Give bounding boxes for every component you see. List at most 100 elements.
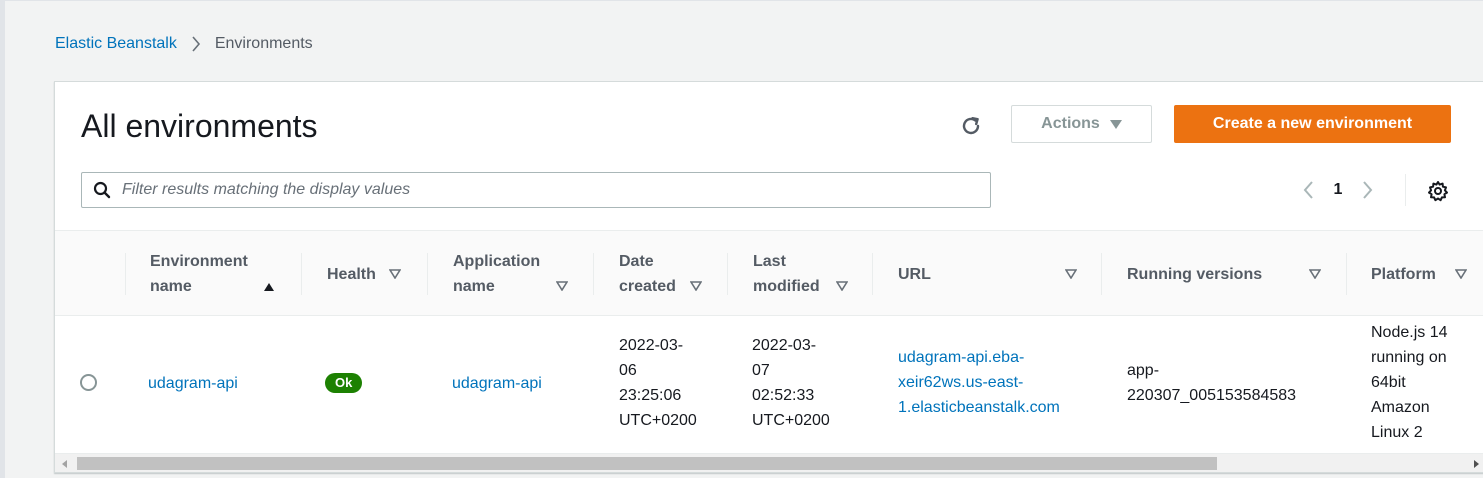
- column-header-label: Date: [619, 253, 654, 270]
- column-header-label: Running versions: [1127, 265, 1263, 283]
- breadcrumb-environments: Environments: [214, 35, 313, 52]
- last-modified-line: 2022-03-: [752, 337, 817, 354]
- sort-icon: [556, 281, 568, 291]
- chevron-right-icon: [191, 36, 201, 52]
- pagination: 1: [1295, 176, 1381, 204]
- environment-name-link[interactable]: udagram-api: [148, 371, 238, 396]
- cell-health: Ok: [325, 316, 363, 450]
- next-page-button[interactable]: [1355, 176, 1381, 204]
- actions-button-label: Actions: [1041, 115, 1100, 132]
- url-line: 1.elasticbeanstalk.com: [898, 399, 1060, 416]
- scroll-right-icon: [1473, 459, 1479, 468]
- column-divider: [1346, 253, 1347, 295]
- date-created-line: UTC+0200: [619, 412, 697, 429]
- date-created-line: 23:25:06: [619, 387, 682, 404]
- breadcrumb-elastic-beanstalk[interactable]: Elastic Beanstalk: [55, 35, 177, 53]
- platform-line: Linux 2: [1371, 424, 1423, 441]
- scrollbar-thumb[interactable]: [77, 457, 1217, 470]
- environments-panel: All environments Actions Create a new en…: [54, 81, 1483, 473]
- application-name-link[interactable]: udagram-api: [452, 371, 542, 396]
- table-row: udagram-api Ok udagram-api 2022-03- 06 2…: [55, 316, 1483, 450]
- actions-button[interactable]: Actions: [1011, 105, 1152, 143]
- environment-url-link[interactable]: udagram-api.eba- xeir62ws.us-east- 1.ela…: [898, 345, 1060, 420]
- scroll-left-button[interactable]: [55, 454, 73, 472]
- cell-url: udagram-api.eba- xeir62ws.us-east- 1.ela…: [898, 345, 1060, 420]
- row-select-radio[interactable]: [80, 374, 97, 391]
- sort-icon: [389, 269, 401, 279]
- platform-line: 64bit: [1371, 374, 1406, 391]
- cell-environment-name: udagram-api: [148, 316, 238, 450]
- sort-icon: [1455, 269, 1467, 279]
- pagination-divider: [1405, 174, 1406, 206]
- column-header-label: Last: [753, 253, 786, 270]
- column-header-running-versions[interactable]: Running versions: [1127, 231, 1327, 317]
- url-line: xeir62ws.us-east-: [898, 374, 1024, 391]
- column-divider: [727, 253, 728, 295]
- column-header-label: created: [619, 278, 676, 295]
- column-divider: [872, 253, 873, 295]
- date-created-line: 06: [619, 362, 637, 379]
- cell-last-modified: 2022-03- 07 02:52:33 UTC+0200: [752, 333, 830, 433]
- refresh-button[interactable]: [957, 112, 985, 140]
- column-header-date-created[interactable]: Date created: [619, 231, 729, 317]
- column-header-label: name: [453, 278, 495, 295]
- breadcrumb: Elastic Beanstalk Environments: [55, 35, 313, 53]
- column-header-environment-name[interactable]: Environment name: [150, 231, 300, 317]
- sort-icon: [1309, 269, 1321, 279]
- column-header-platform[interactable]: Platform: [1371, 231, 1481, 317]
- caret-down-icon: [1109, 119, 1122, 129]
- url-line: udagram-api.eba-: [898, 349, 1025, 366]
- preferences-button[interactable]: [1425, 178, 1451, 204]
- column-header-label: URL: [898, 265, 931, 283]
- column-header-application-name[interactable]: Application name: [453, 231, 583, 317]
- column-header-label: Application: [453, 253, 541, 270]
- column-header-label: Environment: [150, 253, 248, 270]
- cell-application-name: udagram-api: [452, 316, 542, 450]
- create-environment-button[interactable]: Create a new environment: [1174, 105, 1451, 143]
- cell-date-created: 2022-03- 06 23:25:06 UTC+0200: [619, 333, 697, 433]
- column-header-label: name: [150, 278, 192, 295]
- column-header-url[interactable]: URL: [898, 231, 1088, 317]
- table-header: Environment name Health Application name: [55, 230, 1483, 316]
- cell-platform: Node.js 14 running on 64bit Amazon Linux…: [1371, 320, 1448, 445]
- column-header-health[interactable]: Health: [327, 231, 437, 317]
- sort-icon: [836, 281, 848, 291]
- platform-line: running on: [1371, 349, 1447, 366]
- column-header-last-modified[interactable]: Last modified: [753, 231, 863, 317]
- running-version-line: app-: [1127, 362, 1160, 379]
- page: Elastic Beanstalk Environments All envir…: [0, 0, 1483, 478]
- chevron-right-icon: [1363, 181, 1373, 199]
- cell-running-versions: app- 220307_005153584583: [1127, 358, 1296, 408]
- sort-ascending-icon: [264, 283, 274, 291]
- platform-line: Node.js 14: [1371, 324, 1448, 341]
- sort-icon: [1065, 269, 1077, 279]
- gear-icon: [1428, 181, 1448, 202]
- column-divider: [1101, 253, 1102, 295]
- column-divider: [427, 253, 428, 295]
- column-header-label: Platform: [1371, 265, 1436, 283]
- column-header-label: Health: [327, 265, 376, 283]
- previous-page-button[interactable]: [1295, 176, 1321, 204]
- filter-box: [81, 172, 991, 208]
- search-icon: [82, 181, 122, 199]
- scroll-right-button[interactable]: [1467, 454, 1483, 472]
- sort-icon: [690, 281, 702, 291]
- current-page-number[interactable]: 1: [1321, 181, 1355, 199]
- running-version-line: 220307_005153584583: [1127, 387, 1297, 404]
- scroll-left-icon: [61, 459, 67, 468]
- last-modified-line: 07: [752, 362, 770, 379]
- last-modified-line: UTC+0200: [752, 412, 830, 429]
- health-status-badge: Ok: [325, 373, 363, 393]
- horizontal-scrollbar[interactable]: [55, 453, 1483, 472]
- refresh-icon: [962, 117, 980, 135]
- chevron-left-icon: [1303, 181, 1313, 199]
- filter-input[interactable]: [122, 181, 990, 199]
- page-title: All environments: [81, 108, 318, 144]
- last-modified-line: 02:52:33: [752, 387, 815, 404]
- date-created-line: 2022-03-: [619, 337, 684, 354]
- column-divider: [301, 253, 302, 295]
- platform-line: Amazon: [1371, 399, 1430, 416]
- column-divider: [593, 253, 594, 295]
- column-divider: [125, 253, 126, 295]
- column-header-label: modified: [753, 278, 820, 295]
